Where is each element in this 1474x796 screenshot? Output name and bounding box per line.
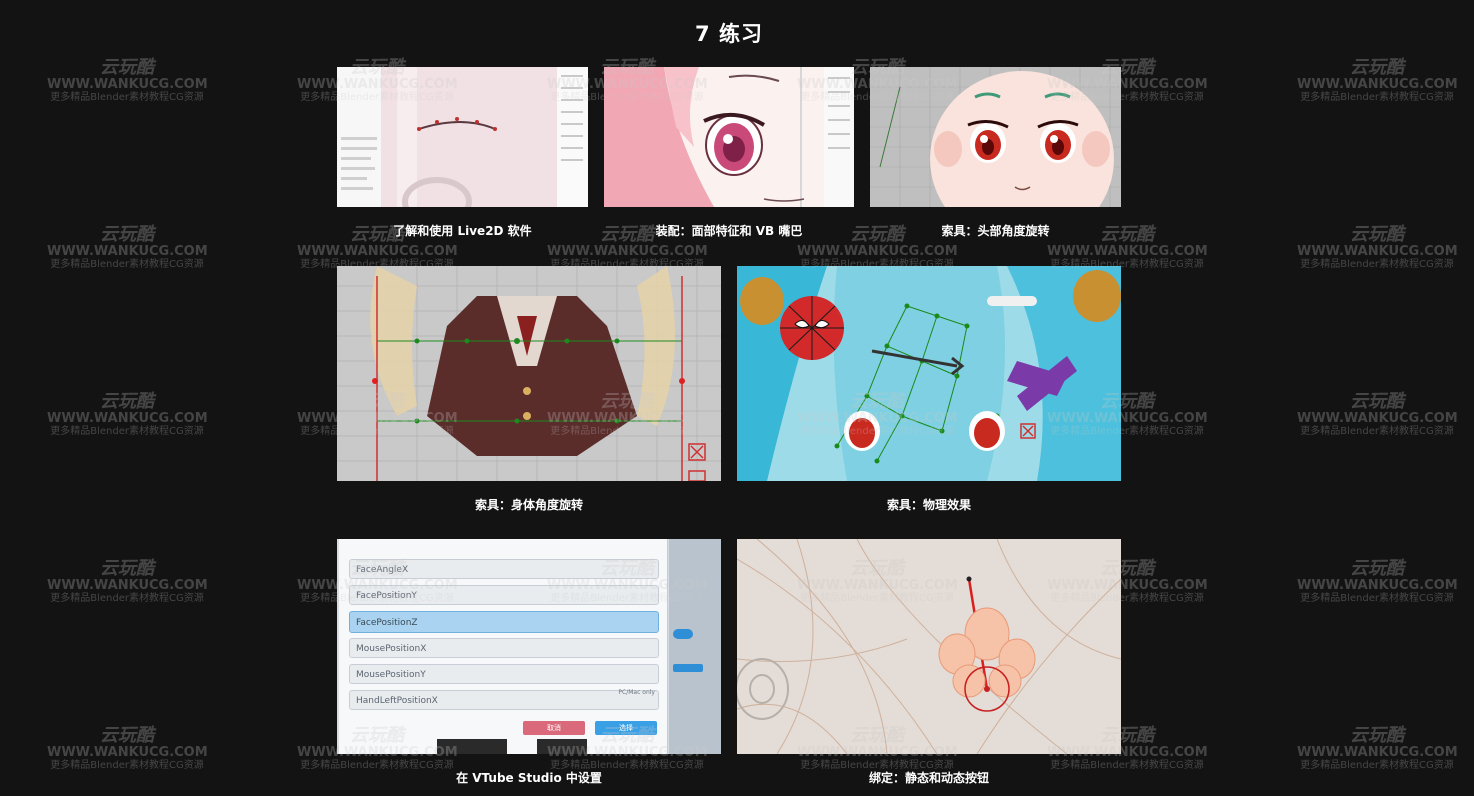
lesson-card-5[interactable]: 索具：物理效果 — [737, 266, 1121, 516]
watermark: 云玩酷 WWW.WANKUCG.COM 更多精品Blender素材教程CG资源 — [47, 725, 208, 772]
lesson-caption-2: 装配：面部特征和 VB 嘴巴 — [655, 224, 803, 238]
param-item-1[interactable]: FaceAngleX — [349, 559, 659, 579]
lesson-caption-7: 绑定：静态和动态按钮 — [868, 771, 989, 785]
lesson-thumbnail-6[interactable]: FaceAngleX FacePositionY FacePositionZ M… — [337, 539, 721, 754]
lesson-thumbnail-3[interactable] — [870, 67, 1121, 207]
lesson-caption-5: 索具：物理效果 — [886, 498, 971, 512]
lesson-thumbnail-7[interactable] — [737, 539, 1121, 754]
watermark: 云玩酷 WWW.WANKUCG.COM 更多精品Blender素材教程CG资源 — [1297, 57, 1458, 104]
watermark: 云玩酷 WWW.WANKUCG.COM 更多精品Blender素材教程CG资源 — [1297, 224, 1458, 271]
watermark: 云玩酷 WWW.WANKUCG.COM 更多精品Blender素材教程CG资源 — [47, 558, 208, 605]
lesson-card-2[interactable]: 装配：面部特征和 VB 嘴巴 — [604, 67, 854, 242]
param-item-5[interactable]: MousePositionY — [349, 664, 659, 684]
section-title: 7 练习 — [695, 22, 763, 46]
param-item-2[interactable]: FacePositionY — [349, 585, 659, 605]
watermark: 云玩酷 WWW.WANKUCG.COM 更多精品Blender素材教程CG资源 — [1297, 391, 1458, 438]
lesson-thumbnail-4[interactable] — [337, 266, 721, 481]
cancel-button[interactable]: 取消 — [523, 721, 585, 735]
lesson-caption-1: 了解和使用 Live2D 软件 — [393, 224, 532, 238]
select-button[interactable]: 选择 — [595, 721, 657, 735]
param-item-6[interactable]: HandLeftPositionX — [349, 690, 659, 710]
lesson-caption-4: 索具：身体角度旋转 — [474, 498, 583, 512]
watermark: 云玩酷 WWW.WANKUCG.COM 更多精品Blender素材教程CG资源 — [47, 224, 208, 271]
lesson-card-1[interactable]: 了解和使用 Live2D 软件 — [337, 67, 588, 242]
pc-mac-note: PC/Mac only — [618, 689, 655, 696]
param-item-4[interactable]: MousePositionX — [349, 638, 659, 658]
watermark: 云玩酷 WWW.WANKUCG.COM 更多精品Blender素材教程CG资源 — [47, 57, 208, 104]
lesson-card-7[interactable]: 绑定：静态和动态按钮 — [737, 539, 1121, 789]
vtube-param-dialog: FaceAngleX FacePositionY FacePositionZ M… — [339, 539, 668, 754]
watermark: 云玩酷 WWW.WANKUCG.COM 更多精品Blender素材教程CG资源 — [47, 391, 208, 438]
watermark: 云玩酷 WWW.WANKUCG.COM 更多精品Blender素材教程CG资源 — [1297, 725, 1458, 772]
watermark: 云玩酷 WWW.WANKUCG.COM 更多精品Blender素材教程CG资源 — [1297, 558, 1458, 605]
lesson-card-6[interactable]: FaceAngleX FacePositionY FacePositionZ M… — [337, 539, 721, 789]
lesson-thumbnail-1[interactable] — [337, 67, 588, 207]
lesson-card-3[interactable]: 索具：头部角度旋转 — [870, 67, 1121, 242]
lesson-caption-6: 在 VTube Studio 中设置 — [456, 771, 602, 785]
lesson-caption-3: 索具：头部角度旋转 — [941, 224, 1050, 238]
lesson-card-4[interactable]: 索具：身体角度旋转 — [337, 266, 721, 516]
lesson-thumbnail-2[interactable] — [604, 67, 854, 207]
lesson-thumbnail-5[interactable] — [737, 266, 1121, 481]
param-item-3-selected[interactable]: FacePositionZ — [349, 611, 659, 633]
page: 7 练习 了解和使用 Live2D 软件 装配：面部特征和 VB 嘴巴 索具：头… — [0, 0, 1474, 796]
